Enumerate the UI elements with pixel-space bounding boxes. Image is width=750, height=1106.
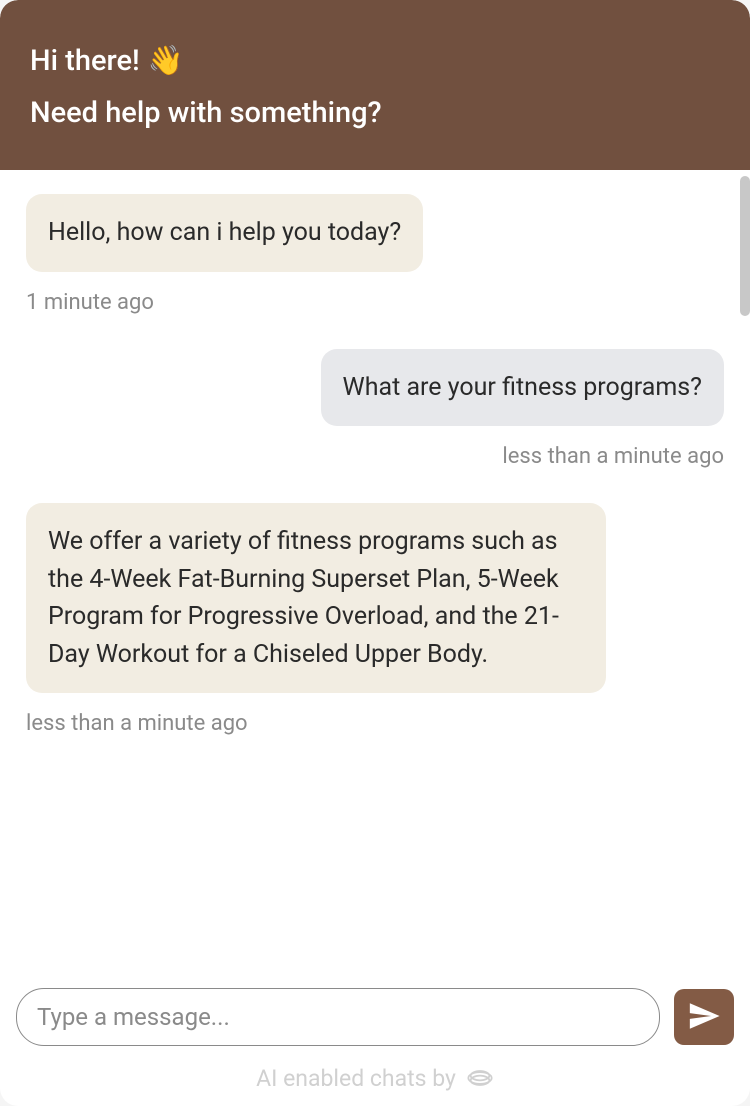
message-bubble: We offer a variety of fitness programs s… (26, 503, 606, 693)
scrollbar-thumb[interactable] (740, 176, 750, 316)
chat-header: Hi there! 👋 Need help with something? (0, 0, 750, 170)
send-button[interactable] (674, 989, 734, 1045)
message-timestamp: 1 minute ago (26, 290, 154, 315)
header-subtitle: Need help with something? (30, 96, 720, 130)
messages-list: Hello, how can i help you today? 1 minut… (0, 170, 750, 780)
message-bubble: What are your fitness programs? (321, 349, 724, 427)
message-bot: We offer a variety of fitness programs s… (26, 503, 724, 736)
messages-scroll-area[interactable]: Hello, how can i help you today? 1 minut… (0, 170, 750, 974)
footer-text: AI enabled chats by (256, 1065, 456, 1092)
greeting-text: Hi there! (30, 44, 140, 78)
message-timestamp: less than a minute ago (26, 711, 248, 736)
chat-widget: Hi there! 👋 Need help with something? He… (0, 0, 750, 1106)
message-user: What are your fitness programs? less tha… (26, 349, 724, 470)
message-timestamp: less than a minute ago (502, 444, 724, 469)
header-greeting: Hi there! 👋 (30, 44, 720, 78)
send-icon (687, 999, 721, 1036)
footer: AI enabled chats by (0, 1054, 750, 1106)
brand-logo-icon (466, 1064, 494, 1092)
input-area (0, 974, 750, 1054)
message-bot: Hello, how can i help you today? 1 minut… (26, 194, 724, 315)
message-bubble: Hello, how can i help you today? (26, 194, 423, 272)
message-input[interactable] (16, 988, 660, 1046)
wave-emoji-icon: 👋 (148, 44, 184, 78)
